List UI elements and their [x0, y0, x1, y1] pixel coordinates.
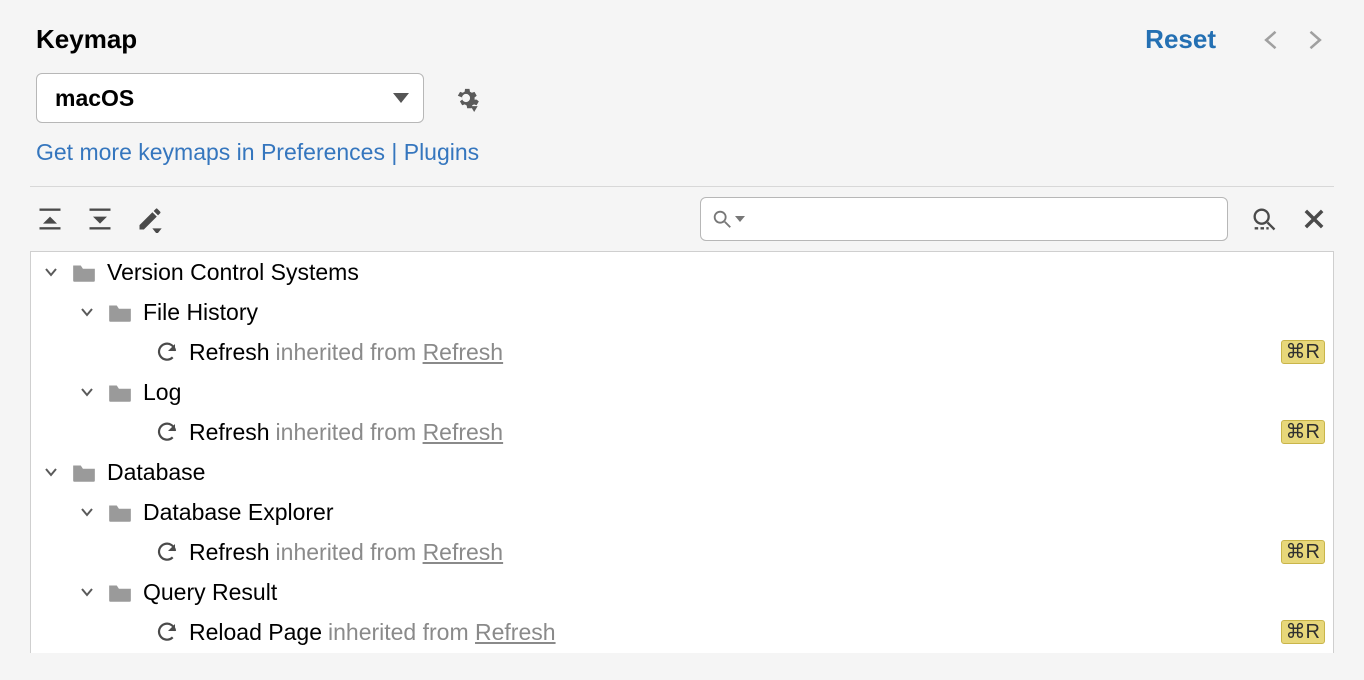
search-input[interactable]: [749, 205, 1217, 233]
tree-label: Version Control Systems: [107, 259, 359, 286]
chevron-down-icon[interactable]: [43, 464, 65, 480]
tree-label: Refresh: [189, 539, 270, 566]
inherited-ref-link[interactable]: Refresh: [475, 619, 556, 645]
tree-action-refresh[interactable]: Refresh inherited from Refresh ⌘R: [31, 332, 1333, 372]
search-options-caret-icon[interactable]: [735, 216, 745, 222]
chevron-down-icon[interactable]: [79, 384, 101, 400]
tree-group-db-explorer[interactable]: Database Explorer: [31, 492, 1333, 532]
find-shortcut-icon[interactable]: [1250, 205, 1278, 233]
search-input-container[interactable]: [700, 197, 1228, 241]
expand-all-icon[interactable]: [36, 205, 64, 233]
more-keymaps-link[interactable]: Get more keymaps in Preferences | Plugin…: [0, 131, 1364, 186]
inherited-note: inherited from Refresh: [276, 419, 504, 446]
keymap-select[interactable]: macOS: [36, 73, 424, 123]
folder-icon: [107, 581, 133, 603]
tree-action-refresh[interactable]: Refresh inherited from Refresh ⌘R: [31, 532, 1333, 572]
inherited-note: inherited from Refresh: [328, 619, 556, 646]
inherited-note: inherited from Refresh: [276, 339, 504, 366]
folder-icon: [71, 261, 97, 283]
tree-label: File History: [143, 299, 258, 326]
inherited-ref-link[interactable]: Refresh: [423, 539, 504, 565]
page-title: Keymap: [36, 24, 1145, 55]
close-icon[interactable]: [1300, 205, 1328, 233]
reset-link[interactable]: Reset: [1145, 24, 1216, 55]
tree-label: Refresh: [189, 419, 270, 446]
folder-icon: [107, 301, 133, 323]
refresh-icon: [155, 620, 179, 644]
keymap-select-value: macOS: [55, 85, 134, 112]
folder-icon: [107, 501, 133, 523]
tree-group-log[interactable]: Log: [31, 372, 1333, 412]
back-arrow-icon[interactable]: [1258, 26, 1286, 54]
tree-action-refresh[interactable]: Refresh inherited from Refresh ⌘R: [31, 412, 1333, 452]
search-icon: [711, 208, 733, 230]
shortcut-badge: ⌘R: [1281, 340, 1325, 364]
shortcut-badge: ⌘R: [1281, 420, 1325, 444]
chevron-down-icon[interactable]: [79, 304, 101, 320]
tree-group-file-history[interactable]: File History: [31, 292, 1333, 332]
inherited-ref-link[interactable]: Refresh: [423, 419, 504, 445]
refresh-icon: [155, 340, 179, 364]
edit-icon[interactable]: [136, 205, 164, 233]
tree-group-database[interactable]: Database: [31, 452, 1333, 492]
inherited-note: inherited from Refresh: [276, 539, 504, 566]
chevron-down-icon[interactable]: [79, 584, 101, 600]
refresh-icon: [155, 540, 179, 564]
chevron-down-icon[interactable]: [79, 504, 101, 520]
refresh-icon: [155, 420, 179, 444]
keymap-tree: Version Control Systems File History Ref…: [30, 251, 1334, 653]
forward-arrow-icon[interactable]: [1300, 26, 1328, 54]
tree-label: Reload Page: [189, 619, 322, 646]
caret-down-icon: [393, 93, 409, 103]
tree-label: Database Explorer: [143, 499, 334, 526]
folder-icon: [71, 461, 97, 483]
gear-icon[interactable]: [452, 84, 480, 112]
chevron-down-icon[interactable]: [43, 264, 65, 280]
inherited-ref-link[interactable]: Refresh: [423, 339, 504, 365]
tree-label: Refresh: [189, 339, 270, 366]
tree-label: Query Result: [143, 579, 277, 606]
tree-group-query-result[interactable]: Query Result: [31, 572, 1333, 612]
shortcut-badge: ⌘R: [1281, 620, 1325, 644]
folder-icon: [107, 381, 133, 403]
collapse-all-icon[interactable]: [86, 205, 114, 233]
tree-label: Database: [107, 459, 205, 486]
tree-action-reload-page[interactable]: Reload Page inherited from Refresh ⌘R: [31, 612, 1333, 652]
tree-group-vcs[interactable]: Version Control Systems: [31, 252, 1333, 292]
shortcut-badge: ⌘R: [1281, 540, 1325, 564]
tree-label: Log: [143, 379, 181, 406]
